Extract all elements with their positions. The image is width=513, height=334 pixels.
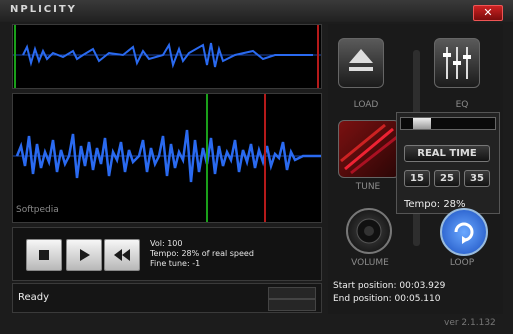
status-indicator-1 (268, 287, 316, 299)
start-position: Start position: 00:03.929 (333, 281, 446, 291)
rewind-button[interactable] (104, 239, 140, 271)
version-label: ver 2.1.132 (444, 318, 496, 328)
eq-label: EQ (455, 100, 469, 110)
loop-button[interactable] (440, 208, 488, 256)
tempo-info: Tempo: 28% of real speed (150, 249, 254, 258)
load-label: LOAD (353, 100, 379, 110)
waveform-overview-graph (13, 25, 321, 88)
tempo-slider-thumb[interactable] (413, 118, 431, 129)
tune-button[interactable] (338, 120, 400, 178)
waveform-main-graph (13, 94, 321, 222)
close-icon: ✕ (483, 6, 493, 19)
status-text: Ready (18, 292, 50, 303)
play-button[interactable] (66, 239, 102, 271)
tempo-slider[interactable] (400, 117, 496, 130)
real-time-button[interactable]: REAL TIME (404, 145, 490, 162)
loop-label: LOOP (449, 258, 475, 268)
waveform-overview[interactable] (12, 24, 322, 89)
title-bar (0, 0, 513, 22)
tune-icon (340, 123, 398, 175)
equalizer-icon (443, 47, 471, 79)
volume-label: VOLUME (351, 258, 389, 268)
waveform-main-shape (15, 129, 321, 183)
watermark-text: Softpedia (16, 205, 59, 215)
volume-knob[interactable] (346, 208, 392, 254)
eject-icon (349, 49, 373, 71)
app-title: NPLICITY (10, 4, 77, 15)
preset-25-button[interactable]: 25 (434, 170, 460, 187)
waveform-main[interactable] (12, 93, 322, 223)
preset-35-button[interactable]: 35 (464, 170, 490, 187)
preset-15-button[interactable]: 15 (404, 170, 430, 187)
speaker-icon (356, 218, 382, 244)
load-button[interactable] (338, 38, 384, 88)
status-indicator-2 (268, 299, 316, 311)
stop-icon (39, 250, 49, 260)
volume-info: Vol: 100 (150, 239, 183, 248)
close-button[interactable]: ✕ (473, 5, 503, 21)
end-position: End position: 00:05.110 (333, 294, 441, 304)
tune-label: TUNE (355, 182, 381, 192)
play-icon (80, 249, 90, 261)
fine-tune-info: Fine tune: -1 (150, 259, 201, 268)
rewind-icon (114, 249, 130, 261)
eq-button[interactable] (434, 38, 480, 88)
stop-button[interactable] (26, 239, 62, 271)
loop-icon (454, 222, 474, 244)
